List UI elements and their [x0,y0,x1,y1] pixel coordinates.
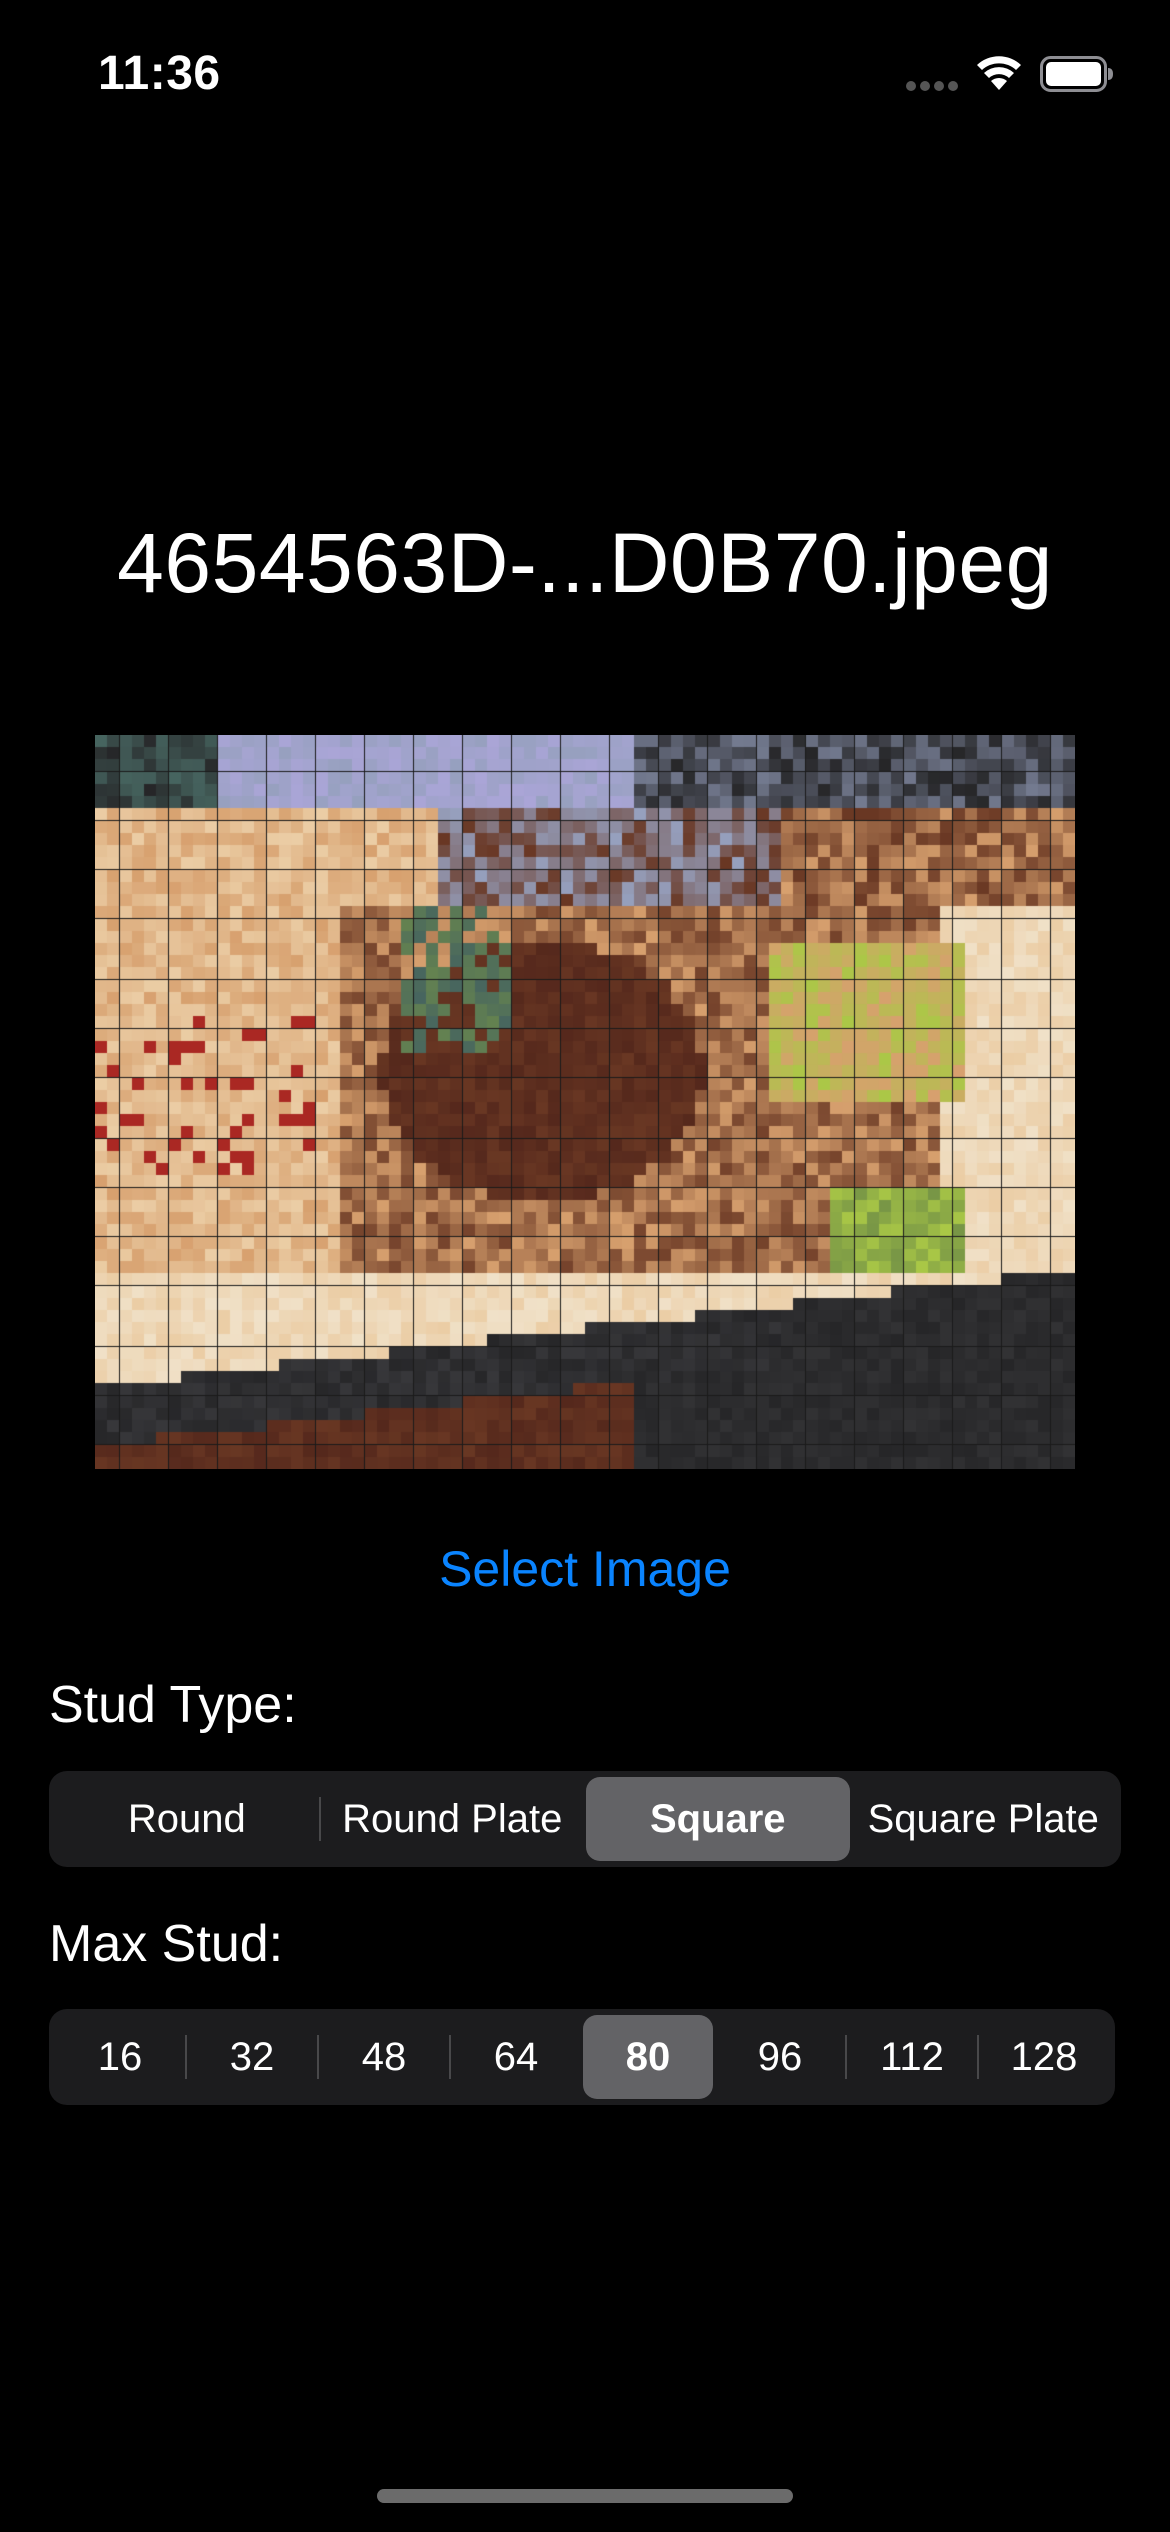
max-stud-segment-128[interactable]: 128 [979,2015,1109,2099]
mosaic-preview-image [95,735,1075,1469]
max-stud-segment-80[interactable]: 80 [583,2015,713,2099]
status-bar: 11:36 [0,0,1170,150]
select-image-button[interactable]: Select Image [0,1540,1170,1598]
battery-icon [1040,56,1113,92]
max-stud-segmented-control[interactable]: 16 32 48 64 80 96 112 128 [49,2009,1115,2105]
max-stud-segment-48[interactable]: 48 [319,2015,449,2099]
stud-type-label: Stud Type: [49,1676,297,1734]
stud-type-segment-square-plate[interactable]: Square Plate [852,1777,1116,1861]
max-stud-segment-32[interactable]: 32 [187,2015,317,2099]
max-stud-segment-96[interactable]: 96 [715,2015,845,2099]
status-time: 11:36 [98,47,221,100]
stud-type-segment-round-plate[interactable]: Round Plate [321,1777,585,1861]
wifi-icon [977,56,1021,90]
stud-type-segment-round[interactable]: Round [55,1777,319,1861]
max-stud-segment-112[interactable]: 112 [847,2015,977,2099]
stud-type-segment-square[interactable]: Square [586,1777,850,1861]
max-stud-segment-16[interactable]: 16 [55,2015,185,2099]
home-indicator [377,2489,793,2503]
max-stud-segment-64[interactable]: 64 [451,2015,581,2099]
max-stud-label: Max Stud: [49,1915,284,1973]
stud-type-segmented-control[interactable]: Round Round Plate Square Square Plate [49,1771,1121,1867]
cellular-signal-icon [906,81,958,91]
file-title: 4654563D-...D0B70.jpeg [117,516,1053,610]
